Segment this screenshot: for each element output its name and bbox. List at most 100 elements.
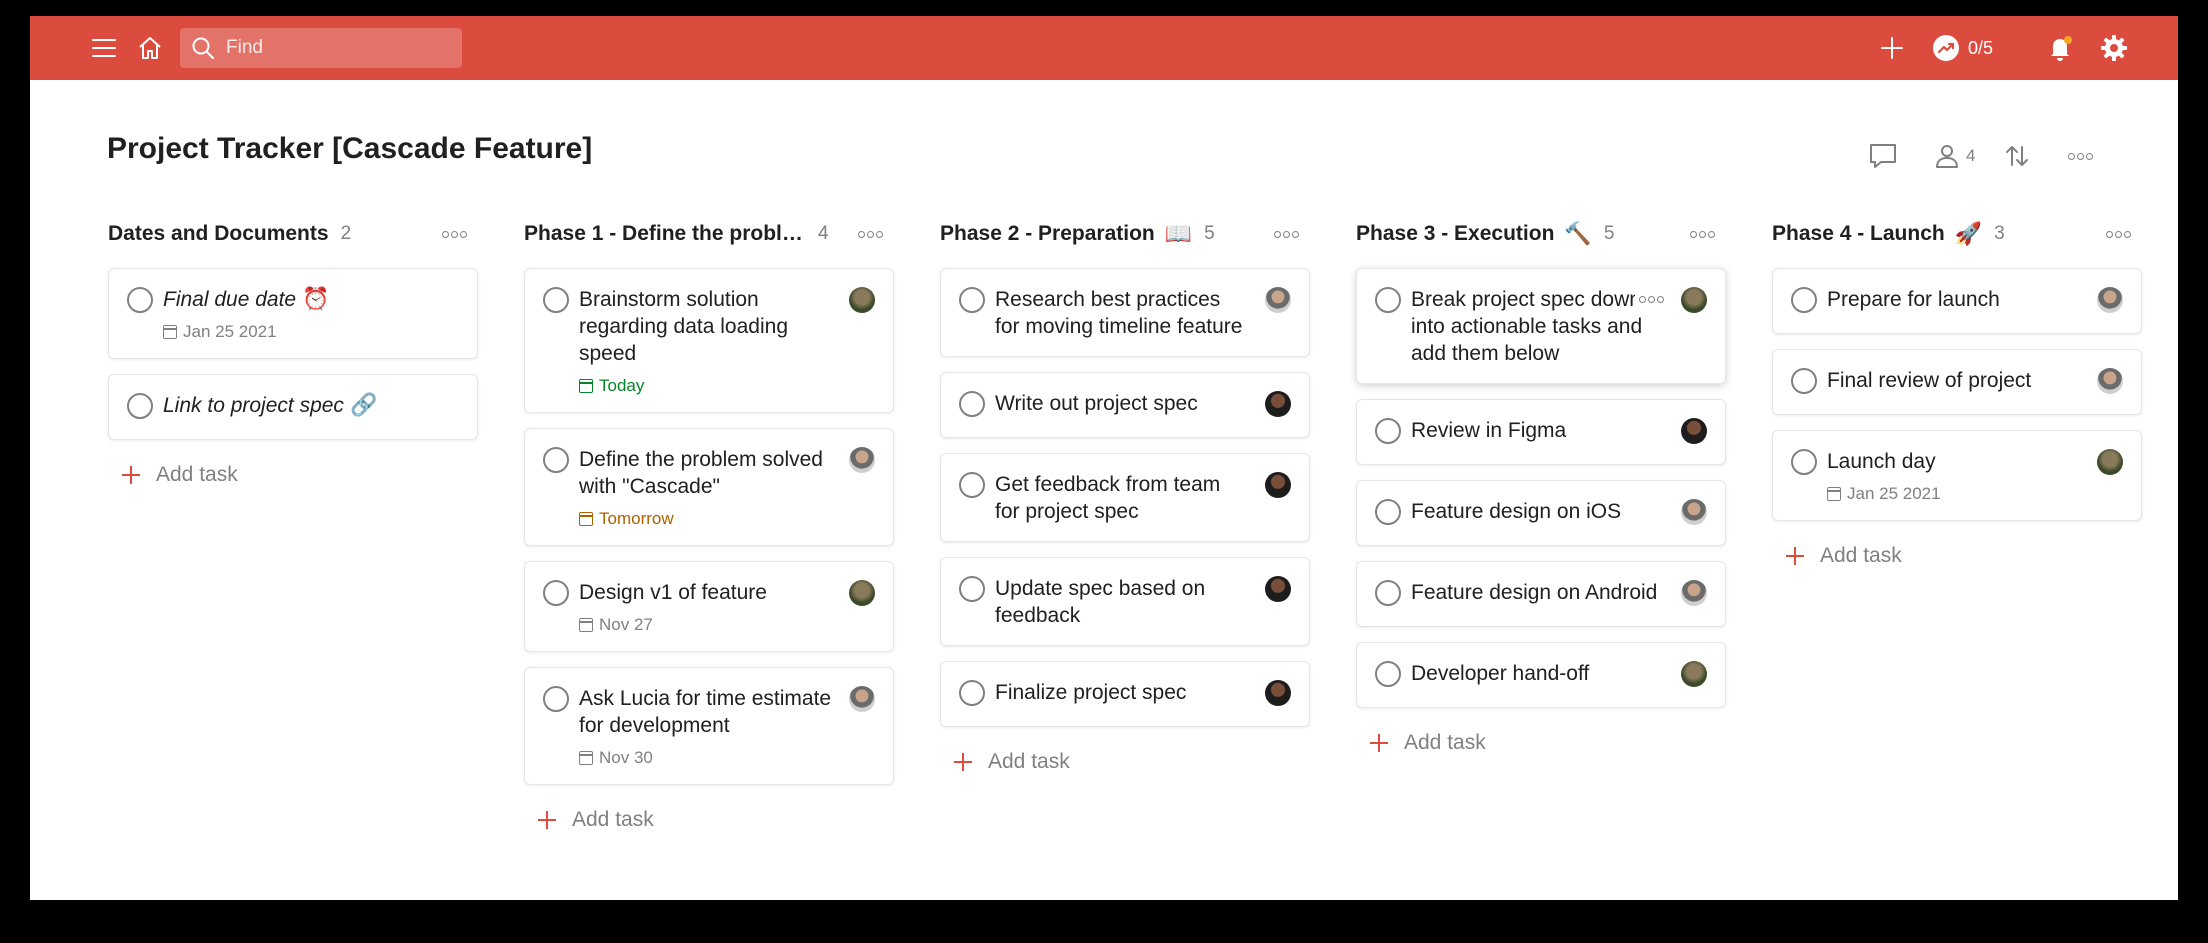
board-column: Phase 2 - Preparation 📖 5 Research best pra… — [940, 216, 1310, 782]
gear-icon[interactable] — [2098, 32, 2130, 64]
avatar[interactable] — [849, 686, 875, 712]
avatar[interactable] — [1681, 661, 1707, 687]
members-count: 4 — [1966, 146, 1976, 165]
task-card[interactable]: Final review of project — [1772, 349, 2142, 415]
due-date[interactable]: Jan 25 2021 — [1827, 484, 2081, 504]
add-task-button[interactable]: Add task — [524, 800, 894, 840]
menu-icon[interactable] — [88, 32, 120, 64]
avatar[interactable] — [1681, 287, 1707, 313]
task-checkbox[interactable] — [959, 472, 985, 498]
search-input[interactable] — [226, 37, 446, 59]
task-card[interactable]: Feature design on iOS — [1356, 480, 1726, 546]
column-more-icon[interactable] — [1682, 220, 1722, 248]
task-card[interactable]: Launch day Jan 25 2021 — [1772, 430, 2142, 521]
task-checkbox[interactable] — [127, 393, 153, 419]
task-title: Research best practices for moving timel… — [995, 286, 1249, 340]
home-icon[interactable] — [134, 32, 166, 64]
karma-button[interactable]: 0/5 — [1932, 32, 1993, 64]
search-box[interactable] — [180, 28, 462, 68]
avatar[interactable] — [1681, 580, 1707, 606]
avatar[interactable] — [1681, 418, 1707, 444]
avatar[interactable] — [1265, 391, 1291, 417]
due-date[interactable]: Tomorrow — [579, 509, 833, 529]
task-card[interactable]: Developer hand-off — [1356, 642, 1726, 708]
avatar[interactable] — [1265, 472, 1291, 498]
task-checkbox[interactable] — [1375, 661, 1401, 687]
task-card[interactable]: Feature design on Android — [1356, 561, 1726, 627]
task-checkbox[interactable] — [543, 580, 569, 606]
column-title: Phase 1 - Define the proble… — [524, 222, 806, 245]
avatar[interactable] — [1265, 680, 1291, 706]
plus-icon[interactable] — [1876, 32, 1908, 64]
task-emoji: ⏰ — [302, 287, 330, 312]
column-more-icon[interactable] — [434, 220, 474, 248]
task-checkbox[interactable] — [1791, 449, 1817, 475]
task-card[interactable]: Get feedback from team for project spec — [940, 453, 1310, 542]
add-task-button[interactable]: Add task — [1772, 536, 2142, 576]
comment-button[interactable] — [1868, 140, 1898, 172]
task-checkbox[interactable] — [1791, 287, 1817, 313]
plus-icon — [1370, 734, 1388, 752]
task-title-text: Ask Lucia for time estimate for developm… — [579, 687, 832, 737]
add-task-button[interactable]: Add task — [1356, 723, 1726, 763]
task-checkbox[interactable] — [959, 576, 985, 602]
avatar[interactable] — [2097, 368, 2123, 394]
task-list: Prepare for launch Final review of projec… — [1772, 268, 2142, 521]
plus-icon — [1786, 547, 1804, 565]
task-checkbox[interactable] — [1375, 287, 1401, 313]
task-card[interactable]: Research best practices for moving timel… — [940, 268, 1310, 357]
avatar[interactable] — [1265, 576, 1291, 602]
avatar[interactable] — [849, 287, 875, 313]
task-card[interactable]: Finalize project spec — [940, 661, 1310, 727]
task-card[interactable]: Design v1 of feature Nov 27 — [524, 561, 894, 652]
task-more-icon[interactable] — [1635, 289, 1667, 309]
task-checkbox[interactable] — [543, 686, 569, 712]
share-button[interactable]: 4 — [1934, 140, 1975, 172]
add-task-button[interactable]: Add task — [108, 455, 478, 495]
due-date[interactable]: Jan 25 2021 — [163, 322, 417, 342]
task-checkbox[interactable] — [1791, 368, 1817, 394]
task-card[interactable]: Final due date ⏰ Jan 25 2021 — [108, 268, 478, 359]
sort-button[interactable] — [2004, 140, 2030, 172]
task-card[interactable]: Link to project spec 🔗 — [108, 374, 478, 440]
task-card[interactable]: Define the problem solved with "Cascade"… — [524, 428, 894, 546]
avatar[interactable] — [849, 447, 875, 473]
task-card[interactable]: Update spec based on feedback — [940, 557, 1310, 646]
task-checkbox[interactable] — [127, 287, 153, 313]
avatar[interactable] — [1681, 499, 1707, 525]
due-date[interactable]: Nov 30 — [579, 748, 833, 768]
add-task-button[interactable]: Add task — [940, 742, 1310, 782]
task-card[interactable]: Brainstorm solution regarding data loadi… — [524, 268, 894, 413]
due-date[interactable]: Nov 27 — [579, 615, 833, 635]
karma-icon — [1933, 35, 1959, 61]
column-more-icon[interactable] — [2098, 220, 2138, 248]
task-card[interactable]: Write out project spec — [940, 372, 1310, 438]
task-card[interactable]: Review in Figma — [1356, 399, 1726, 465]
avatar[interactable] — [2097, 287, 2123, 313]
due-date[interactable]: Today — [579, 376, 833, 396]
task-card[interactable]: Ask Lucia for time estimate for developm… — [524, 667, 894, 785]
avatar[interactable] — [1265, 287, 1291, 313]
task-checkbox[interactable] — [1375, 499, 1401, 525]
task-checkbox[interactable] — [543, 287, 569, 313]
task-checkbox[interactable] — [1375, 580, 1401, 606]
board-column: Phase 3 - Execution 🔨 5 Break project spec … — [1356, 216, 1726, 763]
task-checkbox[interactable] — [1375, 418, 1401, 444]
task-list: Final due date ⏰ Jan 25 2021 Link to projec… — [108, 268, 478, 440]
task-title: Break project spec down into actionable … — [1411, 286, 1665, 367]
board-column: Phase 4 - Launch 🚀 3 Prepare for launch Fina… — [1772, 216, 2142, 576]
task-card[interactable]: Prepare for launch — [1772, 268, 2142, 334]
task-checkbox[interactable] — [959, 680, 985, 706]
more-icon[interactable] — [2068, 140, 2093, 172]
column-more-icon[interactable] — [1266, 220, 1306, 248]
plus-icon — [122, 466, 140, 484]
task-checkbox[interactable] — [959, 391, 985, 417]
task-checkbox[interactable] — [959, 287, 985, 313]
task-card[interactable]: Break project spec down into actionable … — [1356, 268, 1726, 384]
avatar[interactable] — [849, 580, 875, 606]
task-checkbox[interactable] — [543, 447, 569, 473]
bell-icon[interactable] — [2044, 32, 2076, 64]
avatar[interactable] — [2097, 449, 2123, 475]
due-date-label: Jan 25 2021 — [183, 322, 277, 341]
column-more-icon[interactable] — [850, 220, 890, 248]
